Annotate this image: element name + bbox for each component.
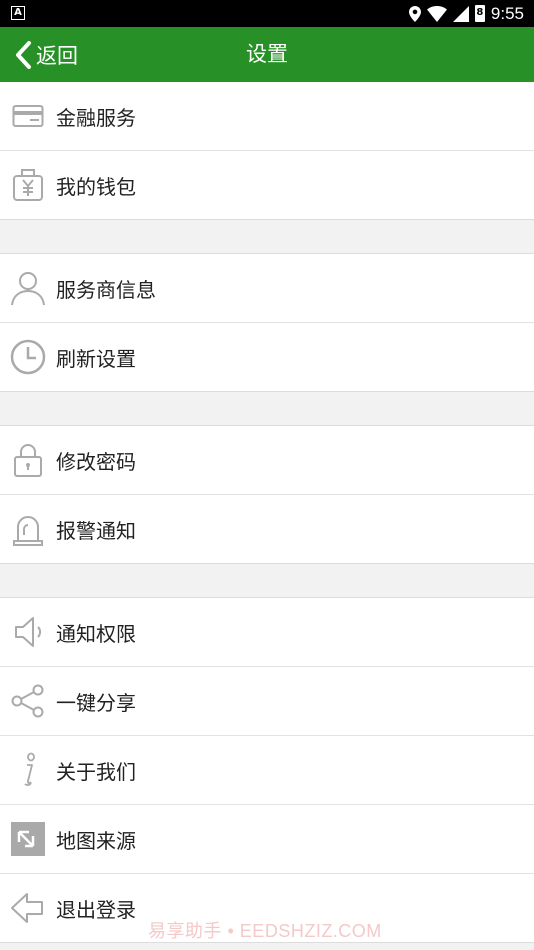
settings-item-label: 一键分享 bbox=[56, 690, 136, 715]
lock-icon bbox=[0, 426, 56, 494]
clock-icon bbox=[0, 323, 56, 391]
app-header: 返回 设置 bbox=[0, 27, 534, 82]
wallet-icon bbox=[0, 151, 56, 219]
settings-group-general: 通知权限 一键分享 关于我们 地图来源 退出登录 bbox=[0, 598, 534, 943]
settings-item-alarm-notification[interactable]: 报警通知 bbox=[0, 494, 534, 563]
settings-item-provider-info[interactable]: 服务商信息 bbox=[0, 254, 534, 322]
page-title: 设置 bbox=[246, 42, 288, 66]
clock-time: 9:55 bbox=[490, 3, 524, 23]
settings-item-label: 修改密码 bbox=[56, 449, 136, 474]
settings-item-label: 刷新设置 bbox=[56, 346, 136, 371]
section-divider bbox=[0, 564, 534, 598]
back-label: 返回 bbox=[36, 43, 78, 68]
settings-list: 金融服务 我的钱包 服务商信息 刷新设置 修改密码 报警通知 通知权限 一键分享… bbox=[0, 82, 534, 943]
chevron-left-icon bbox=[16, 40, 31, 69]
cell-signal-icon bbox=[452, 5, 469, 22]
settings-item-label: 服务商信息 bbox=[56, 277, 156, 302]
section-divider bbox=[0, 220, 534, 254]
settings-item-my-wallet[interactable]: 我的钱包 bbox=[0, 150, 534, 219]
settings-item-finance-service[interactable]: 金融服务 bbox=[0, 82, 534, 150]
settings-item-label: 关于我们 bbox=[56, 759, 136, 784]
battery-icon: 8 bbox=[474, 5, 485, 22]
settings-item-label: 金融服务 bbox=[56, 105, 136, 130]
person-icon bbox=[0, 254, 56, 322]
share-icon bbox=[0, 667, 56, 735]
location-icon bbox=[408, 5, 421, 22]
credit-card-icon bbox=[0, 82, 56, 150]
settings-group-finance: 金融服务 我的钱包 bbox=[0, 82, 534, 220]
settings-item-label: 通知权限 bbox=[56, 621, 136, 646]
settings-item-one-click-share[interactable]: 一键分享 bbox=[0, 666, 534, 735]
map-source-icon bbox=[0, 805, 56, 873]
status-bar: A 8 9:55 bbox=[0, 0, 534, 27]
settings-item-label: 退出登录 bbox=[56, 897, 136, 922]
battery-level: 8 bbox=[476, 7, 484, 18]
settings-group-security: 修改密码 报警通知 bbox=[0, 426, 534, 564]
settings-item-notification-permission[interactable]: 通知权限 bbox=[0, 598, 534, 666]
info-icon bbox=[0, 736, 56, 804]
settings-item-about-us[interactable]: 关于我们 bbox=[0, 735, 534, 804]
notification-badge: A bbox=[11, 6, 25, 20]
status-icons: 8 9:55 bbox=[408, 3, 524, 24]
speaker-icon bbox=[0, 598, 56, 666]
settings-item-change-password[interactable]: 修改密码 bbox=[0, 426, 534, 494]
wifi-icon bbox=[426, 5, 447, 22]
settings-item-label: 我的钱包 bbox=[56, 174, 136, 199]
settings-group-account: 服务商信息 刷新设置 bbox=[0, 254, 534, 392]
settings-item-label: 地图来源 bbox=[56, 828, 136, 853]
logout-arrow-icon bbox=[0, 874, 56, 942]
section-divider bbox=[0, 392, 534, 426]
alarm-bell-icon bbox=[0, 495, 56, 563]
settings-item-label: 报警通知 bbox=[56, 518, 136, 543]
settings-item-refresh-settings[interactable]: 刷新设置 bbox=[0, 322, 534, 391]
watermark-text: 易享助手 • EEDSHZIZ.COM bbox=[148, 921, 382, 941]
settings-item-map-source[interactable]: 地图来源 bbox=[0, 804, 534, 873]
back-button[interactable]: 返回 bbox=[14, 27, 78, 82]
